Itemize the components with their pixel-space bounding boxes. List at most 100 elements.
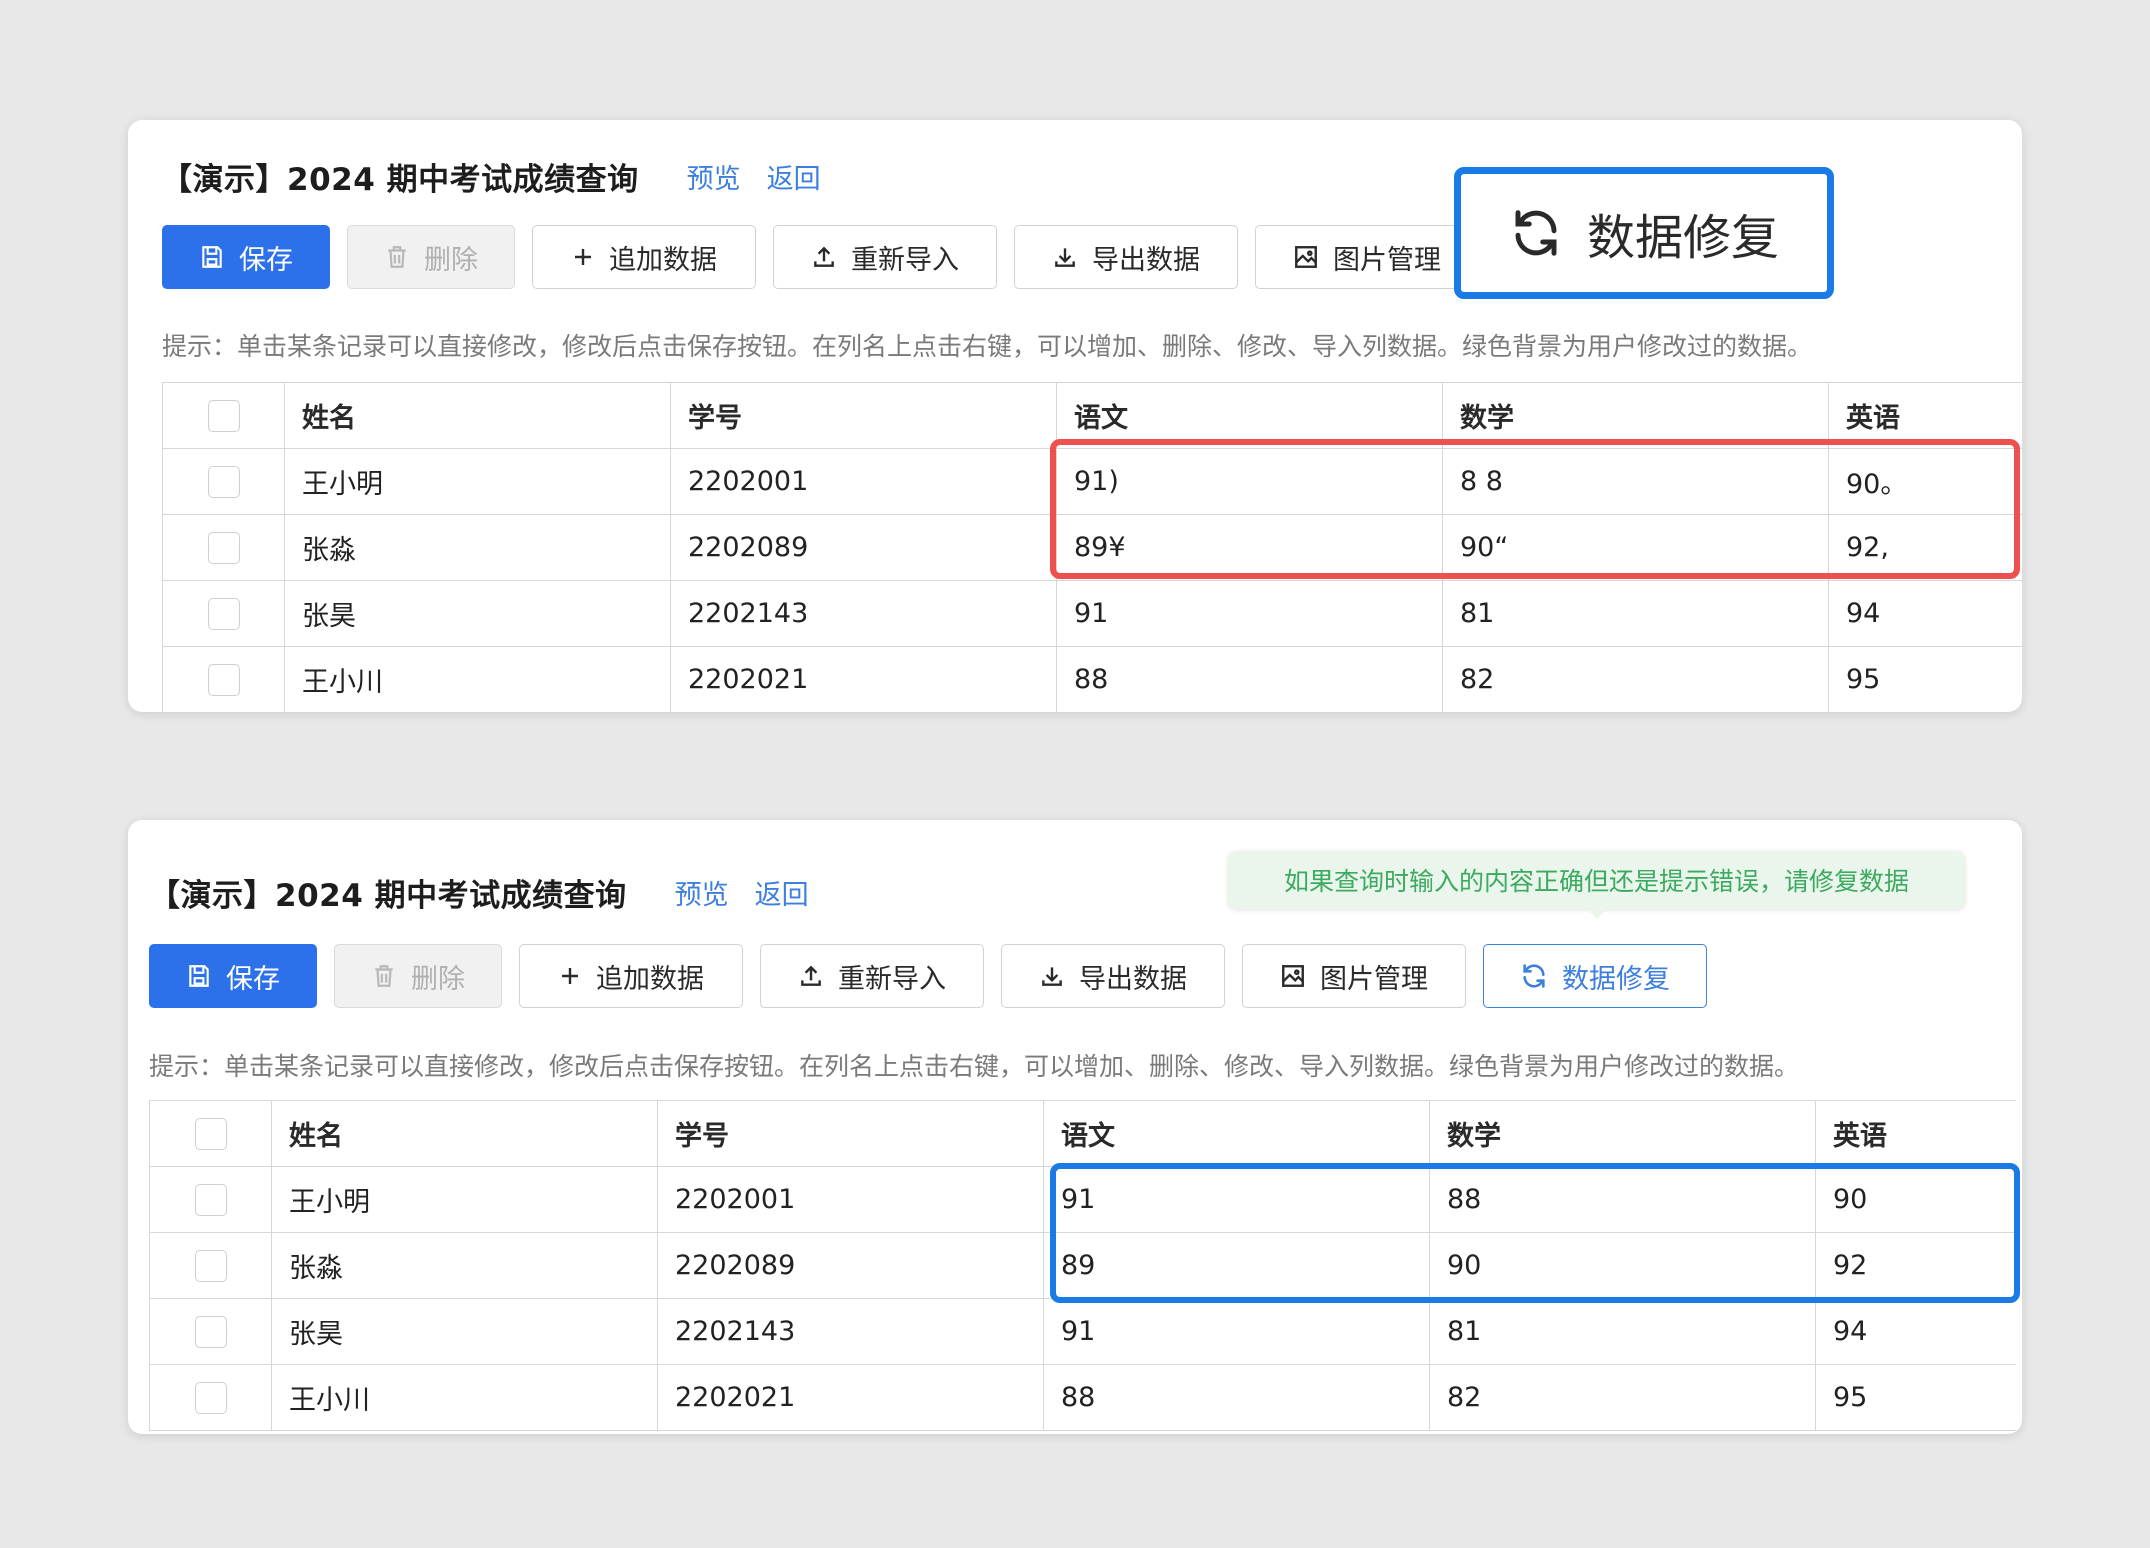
table-cell[interactable]: 92	[1816, 1233, 2016, 1299]
table-cell[interactable]: 81	[1443, 581, 1829, 647]
table-row[interactable]: 王小川 2202021 88 82 95	[163, 647, 2022, 712]
preview-link[interactable]: 预览	[675, 873, 729, 912]
preview-link[interactable]: 预览	[687, 157, 741, 196]
image-manage-label: 图片管理	[1333, 244, 1441, 276]
column-header[interactable]: 英语	[1829, 383, 2022, 449]
refresh-icon	[1523, 964, 1545, 988]
delete-button[interactable]: 删除	[347, 225, 515, 289]
row-checkbox[interactable]	[207, 465, 240, 498]
column-header[interactable]: 数学	[1443, 383, 1829, 449]
table-row[interactable]: 王小明 2202001 91) 8 8 90。	[163, 449, 2022, 515]
select-all-cell	[163, 383, 285, 449]
column-header[interactable]: 学号	[671, 383, 1057, 449]
table-row[interactable]: 张淼 2202089 89 90 92	[150, 1233, 2016, 1299]
table-cell[interactable]: 2202021	[671, 647, 1057, 712]
table-cell[interactable]: 90“	[1443, 515, 1829, 581]
row-checkbox[interactable]	[207, 597, 240, 630]
table-cell[interactable]: 89¥	[1057, 515, 1443, 581]
table-cell[interactable]: 89	[1044, 1233, 1430, 1299]
table-cell[interactable]: 88	[1057, 647, 1443, 712]
table-cell[interactable]: 张昊	[285, 581, 671, 647]
table-cell[interactable]: 91	[1044, 1299, 1430, 1365]
table-cell[interactable]: 81	[1430, 1299, 1816, 1365]
table-cell[interactable]: 2202143	[658, 1299, 1044, 1365]
save-button[interactable]: 保存	[162, 225, 330, 289]
column-header[interactable]: 英语	[1816, 1101, 2016, 1167]
table-cell[interactable]: 88	[1430, 1167, 1816, 1233]
table-cell[interactable]: 张昊	[272, 1299, 658, 1365]
column-header[interactable]: 姓名	[272, 1101, 658, 1167]
table-cell[interactable]: 82	[1430, 1365, 1816, 1431]
row-checkbox-cell	[150, 1167, 272, 1233]
add-data-button[interactable]: 追加数据	[532, 225, 756, 289]
table-row[interactable]: 王小明 2202001 91 88 90	[150, 1167, 2016, 1233]
table-row[interactable]: 张昊 2202143 91 81 94	[150, 1299, 2016, 1365]
image-manage-button[interactable]: 图片管理	[1242, 944, 1466, 1008]
upload-icon	[801, 965, 821, 986]
reimport-button[interactable]: 重新导入	[760, 944, 984, 1008]
column-header[interactable]: 语文	[1057, 383, 1443, 449]
table-cell[interactable]: 2202143	[671, 581, 1057, 647]
back-link[interactable]: 返回	[755, 873, 809, 912]
table-cell[interactable]: 张淼	[272, 1233, 658, 1299]
table-cell[interactable]: 91)	[1057, 449, 1443, 515]
table-cell[interactable]: 张淼	[285, 515, 671, 581]
export-data-button[interactable]: 导出数据	[1014, 225, 1238, 289]
delete-button[interactable]: 删除	[334, 944, 502, 1008]
hint-text: 提示：单击某条记录可以直接修改，修改后点击保存按钮。在列名上点击右键，可以增加、…	[149, 1052, 1800, 1081]
table-cell[interactable]: 2202089	[658, 1233, 1044, 1299]
table-cell[interactable]: 92,	[1829, 515, 2022, 581]
row-checkbox[interactable]	[207, 531, 240, 564]
table-cell[interactable]: 王小川	[272, 1365, 658, 1431]
row-checkbox[interactable]	[194, 1315, 227, 1348]
image-manage-label: 图片管理	[1320, 963, 1428, 995]
table-cell[interactable]: 王小明	[285, 449, 671, 515]
select-all-cell	[150, 1101, 272, 1167]
table-row[interactable]: 王小川 2202021 88 82 95	[150, 1365, 2016, 1431]
table-cell[interactable]: 王小明	[272, 1167, 658, 1233]
row-checkbox[interactable]	[207, 663, 240, 696]
table-cell[interactable]: 90。	[1829, 449, 2022, 515]
table-cell[interactable]: 91	[1044, 1167, 1430, 1233]
table-cell[interactable]: 2202021	[658, 1365, 1044, 1431]
column-header[interactable]: 语文	[1044, 1101, 1430, 1167]
save-button[interactable]: 保存	[149, 944, 317, 1008]
reimport-label: 重新导入	[851, 244, 959, 276]
table-cell[interactable]: 2202089	[671, 515, 1057, 581]
reimport-button[interactable]: 重新导入	[773, 225, 997, 289]
table-cell[interactable]: 94	[1816, 1299, 2016, 1365]
back-link[interactable]: 返回	[767, 157, 821, 196]
table-cell[interactable]: 8 8	[1443, 449, 1829, 515]
delete-label: 删除	[424, 244, 478, 276]
table-cell[interactable]: 95	[1829, 647, 2022, 712]
add-data-label: 追加数据	[609, 244, 717, 276]
table-cell[interactable]: 2202001	[671, 449, 1057, 515]
table-cell[interactable]: 90	[1816, 1167, 2016, 1233]
table-cell[interactable]: 94	[1829, 581, 2022, 647]
table-cell[interactable]: 90	[1430, 1233, 1816, 1299]
table-header-row: 姓名 学号 语文 数学 英语	[150, 1101, 2016, 1167]
row-checkbox[interactable]	[194, 1381, 227, 1414]
data-repair-button[interactable]: 数据修复	[1483, 944, 1707, 1008]
select-all-checkbox[interactable]	[207, 399, 240, 432]
table-cell[interactable]: 88	[1044, 1365, 1430, 1431]
add-data-button[interactable]: 追加数据	[519, 944, 743, 1008]
table-row[interactable]: 张昊 2202143 91 81 94	[163, 581, 2022, 647]
table-row[interactable]: 张淼 2202089 89¥ 90“ 92,	[163, 515, 2022, 581]
row-checkbox[interactable]	[194, 1183, 227, 1216]
repair-tooltip: 如果查询时输入的内容正确但还是提示错误，请修复数据	[1228, 851, 1965, 919]
table-cell[interactable]: 95	[1816, 1365, 2016, 1431]
table-cell[interactable]: 2202001	[658, 1167, 1044, 1233]
table-cell[interactable]: 82	[1443, 647, 1829, 712]
column-header[interactable]: 学号	[658, 1101, 1044, 1167]
export-data-button[interactable]: 导出数据	[1001, 944, 1225, 1008]
data-repair-label: 数据修复	[1586, 210, 1779, 266]
column-header[interactable]: 数学	[1430, 1101, 1816, 1167]
data-repair-button-zoomed[interactable]: 数据修复	[1454, 167, 1834, 299]
table-cell[interactable]: 91	[1057, 581, 1443, 647]
select-all-checkbox[interactable]	[194, 1117, 227, 1150]
column-header[interactable]: 姓名	[285, 383, 671, 449]
row-checkbox[interactable]	[194, 1249, 227, 1282]
table-cell[interactable]: 王小川	[285, 647, 671, 712]
image-manage-button[interactable]: 图片管理	[1255, 225, 1479, 289]
